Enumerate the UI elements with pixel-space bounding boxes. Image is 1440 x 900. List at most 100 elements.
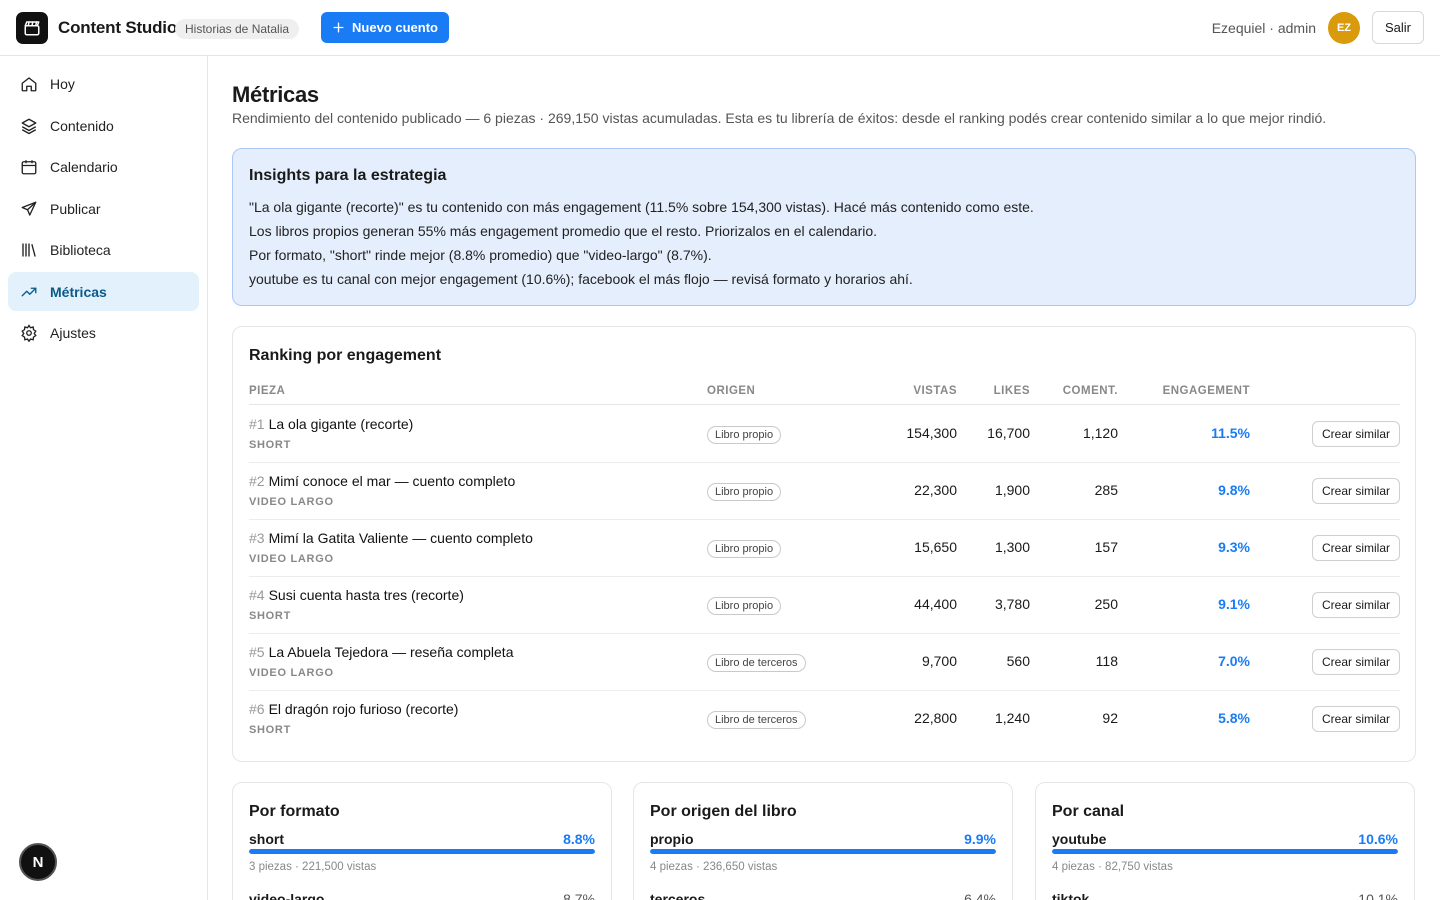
bar-percent: 9.9% bbox=[964, 831, 996, 847]
comments-cell: 1,120 bbox=[1082, 425, 1118, 441]
sidebar-item-label: Ajustes bbox=[50, 324, 96, 341]
sidebar-item-biblioteca[interactable]: Biblioteca bbox=[8, 230, 199, 269]
send-icon bbox=[21, 201, 37, 216]
trending-icon bbox=[21, 287, 37, 296]
piece-title-cell: #4 Susi cuenta hasta tres (recorte) bbox=[249, 587, 464, 603]
sidebar-item-label: Biblioteca bbox=[50, 241, 111, 258]
piece-title: Mimí conoce el mar — cuento completo bbox=[268, 473, 516, 489]
bar-fill bbox=[249, 849, 595, 854]
col-comments: COMENT. bbox=[1062, 385, 1118, 397]
table-row: #1 La ola gigante (recorte) SHORT Libro pro… bbox=[249, 406, 1400, 463]
library-icon bbox=[22, 242, 36, 257]
piece-title-cell: #6 El dragón rojo furioso (recorte) bbox=[249, 701, 458, 717]
bar-label: tiktok bbox=[1052, 891, 1090, 900]
insight-line: youtube es tu canal con mejor engagement… bbox=[249, 271, 913, 287]
new-story-button[interactable]: Nuevo cuento bbox=[321, 12, 449, 43]
create-similar-button[interactable]: Crear similar bbox=[1312, 421, 1400, 447]
breakdown-title: Por formato bbox=[249, 803, 340, 820]
sidebar-item-hoy[interactable]: Hoy bbox=[8, 64, 199, 103]
piece-title-cell: #1 La ola gigante (recorte) bbox=[249, 416, 413, 432]
bar-percent: 6.4% bbox=[964, 891, 996, 900]
sidebar-item-contenido[interactable]: Contenido bbox=[8, 106, 199, 145]
table-row: #5 La Abuela Tejedora — reseña completa VI… bbox=[249, 634, 1400, 691]
bar-percent: 8.8% bbox=[563, 831, 595, 847]
views-cell: 22,800 bbox=[914, 710, 957, 726]
workspace-badge[interactable]: Historias de Natalia bbox=[175, 19, 300, 39]
bar-track bbox=[1052, 849, 1398, 854]
page-title: Métricas bbox=[232, 82, 319, 107]
col-views: VISTAS bbox=[913, 385, 957, 397]
sidebar: Hoy Contenido Calendario Publicar Biblio… bbox=[0, 56, 208, 900]
origin-badge: Libro de terceros bbox=[707, 711, 806, 729]
col-origin: ORIGEN bbox=[707, 385, 756, 397]
create-similar-button[interactable]: Crear similar bbox=[1312, 592, 1400, 618]
bar-label-row: youtube 10.6% bbox=[1052, 831, 1398, 847]
bar-label-row: terceros 6.4% bbox=[650, 891, 996, 900]
rank-number: #5 bbox=[249, 644, 265, 660]
layers-icon bbox=[21, 118, 37, 134]
calendar-icon bbox=[21, 159, 37, 174]
origin-badge: Libro de terceros bbox=[707, 654, 806, 672]
bar-fill bbox=[1052, 849, 1398, 854]
bar-percent: 8.7% bbox=[563, 891, 595, 900]
bar-track bbox=[650, 849, 996, 854]
create-similar-button[interactable]: Crear similar bbox=[1312, 535, 1400, 561]
help-fab-button[interactable]: N bbox=[19, 843, 57, 881]
sidebar-item-publicar[interactable]: Publicar bbox=[8, 189, 199, 228]
bar-label: propio bbox=[650, 831, 694, 847]
create-similar-button[interactable]: Crear similar bbox=[1312, 706, 1400, 732]
table-row: #6 El dragón rojo furioso (recorte) SHORT L… bbox=[249, 691, 1400, 748]
comments-cell: 250 bbox=[1094, 596, 1118, 612]
piece-title-cell: #2 Mimí conoce el mar — cuento completo bbox=[249, 473, 515, 489]
create-similar-button[interactable]: Crear similar bbox=[1312, 649, 1400, 675]
table-row: #3 Mimí la Gatita Valiente — cuento compl… bbox=[249, 520, 1400, 577]
views-cell: 22,300 bbox=[914, 482, 957, 498]
likes-cell: 16,700 bbox=[987, 425, 1030, 441]
likes-cell: 1,900 bbox=[994, 482, 1030, 498]
bar-fill bbox=[650, 849, 996, 854]
avatar[interactable]: EZ bbox=[1328, 12, 1360, 44]
piece-title: Susi cuenta hasta tres (recorte) bbox=[268, 587, 464, 603]
views-cell: 9,700 bbox=[921, 653, 957, 669]
bar-percent: 10.1% bbox=[1358, 891, 1398, 900]
sidebar-item-ajustes[interactable]: Ajustes bbox=[8, 313, 199, 352]
sidebar-item-calendario[interactable]: Calendario bbox=[8, 147, 199, 186]
sidebar-item-label: Contenido bbox=[50, 117, 114, 134]
ranking-table-header: PIEZA ORIGEN VISTAS LIKES COMENT. ENGAGE… bbox=[249, 383, 1400, 405]
logout-button[interactable]: Salir bbox=[1372, 11, 1424, 44]
likes-cell: 1,300 bbox=[994, 539, 1030, 555]
views-cell: 44,400 bbox=[914, 596, 957, 612]
piece-format: VIDEO LARGO bbox=[249, 667, 334, 679]
engagement-cell: 5.8% bbox=[1218, 710, 1250, 726]
bar-label: video-largo bbox=[249, 891, 325, 900]
origin-badge: Libro propio bbox=[707, 540, 782, 558]
likes-cell: 560 bbox=[1006, 653, 1030, 669]
comments-cell: 92 bbox=[1102, 710, 1118, 726]
insights-title: Insights para la estrategia bbox=[249, 167, 447, 184]
bar-percent: 10.6% bbox=[1358, 831, 1398, 847]
bar-meta: 4 piezas · 82,750 vistas bbox=[1052, 861, 1173, 873]
bar-label: youtube bbox=[1052, 831, 1107, 847]
engagement-cell: 11.5% bbox=[1211, 425, 1250, 441]
engagement-cell: 9.8% bbox=[1218, 482, 1250, 498]
bar-meta: 4 piezas · 236,650 vistas bbox=[650, 861, 778, 873]
rank-number: #1 bbox=[249, 416, 265, 432]
views-cell: 154,300 bbox=[906, 425, 957, 441]
rank-number: #6 bbox=[249, 701, 265, 717]
bar-label-row: propio 9.9% bbox=[650, 831, 996, 847]
create-similar-button[interactable]: Crear similar bbox=[1312, 478, 1400, 504]
piece-title: La ola gigante (recorte) bbox=[268, 416, 414, 432]
bar-label-row: short 8.8% bbox=[249, 831, 595, 847]
piece-title: El dragón rojo furioso (recorte) bbox=[268, 701, 459, 717]
piece-format: SHORT bbox=[249, 610, 291, 622]
rank-number: #2 bbox=[249, 473, 265, 489]
bar-label-row: video-largo 8.7% bbox=[249, 891, 595, 900]
sidebar-item-label: Hoy bbox=[50, 75, 75, 92]
plus-icon bbox=[333, 22, 344, 33]
table-row: #4 Susi cuenta hasta tres (recorte) SHORT L… bbox=[249, 577, 1400, 634]
app-logo[interactable] bbox=[16, 12, 48, 44]
sidebar-item-label: Calendario bbox=[50, 158, 118, 175]
sidebar-item-metricas[interactable]: Métricas bbox=[8, 272, 199, 311]
insights-panel: Insights para la estrategia "La ola giga… bbox=[232, 148, 1416, 306]
bar-label: short bbox=[249, 831, 284, 847]
